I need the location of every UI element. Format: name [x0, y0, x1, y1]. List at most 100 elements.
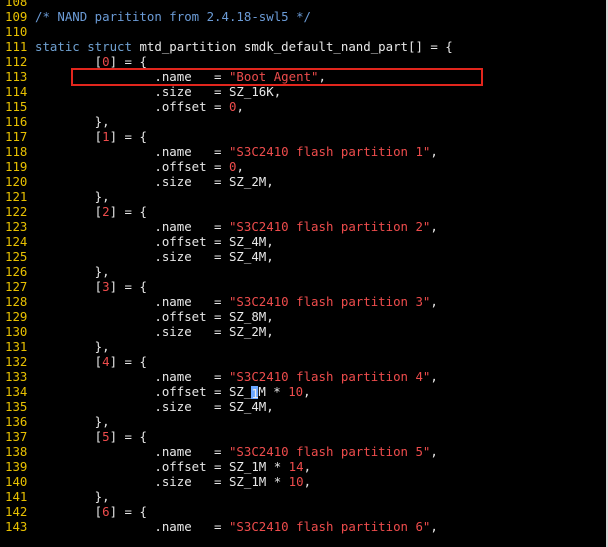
code-text: [2] = {: [35, 204, 147, 219]
line-number: 139: [5, 459, 28, 474]
code-line[interactable]: 137 [5] = {: [0, 429, 606, 444]
number-token: 10: [288, 474, 304, 489]
code-text: [1] = {: [35, 129, 147, 144]
code-line[interactable]: 139 .offset = SZ_1M * 14,: [0, 459, 606, 474]
code-text: .size = SZ_2M,: [35, 174, 273, 189]
code-token: },: [35, 339, 110, 354]
code-text: },: [35, 264, 110, 279]
code-token: ] = {: [109, 204, 147, 219]
line-number: 114: [5, 84, 28, 99]
code-token: .offset = SZ_: [35, 384, 252, 399]
code-line[interactable]: 128 .name = "S3C2410 flash partition 3",: [0, 294, 606, 309]
code-text: },: [35, 414, 110, 429]
code-text: .size = SZ_4M,: [35, 249, 273, 264]
line-number: 111: [5, 39, 28, 54]
code-line[interactable]: 124 .offset = SZ_4M,: [0, 234, 606, 249]
line-number: 116: [5, 114, 28, 129]
line-number: 118: [5, 144, 28, 159]
code-line[interactable]: 131 },: [0, 339, 606, 354]
code-token: .size = SZ_2M,: [35, 324, 274, 339]
code-line[interactable]: 114 .size = SZ_16K,: [0, 84, 606, 99]
code-line[interactable]: 140 .size = SZ_1M * 10,: [0, 474, 606, 489]
code-line[interactable]: 134 .offset = SZ_1M * 10,: [0, 384, 606, 401]
code-text: .size = SZ_4M,: [35, 399, 274, 414]
code-line[interactable]: 123 .name = "S3C2410 flash partition 2",: [0, 219, 606, 234]
code-line[interactable]: 112 [0] = {: [0, 54, 606, 69]
code-line[interactable]: 120 .size = SZ_2M,: [0, 174, 606, 189]
code-line[interactable]: 111 static struct mtd_partition smdk_defa…: [0, 39, 606, 54]
code-text: .offset = SZ_1M * 10,: [35, 384, 310, 401]
code-line[interactable]: 141 },: [0, 489, 606, 504]
code-token: ] = {: [109, 54, 147, 69]
line-number: 112: [5, 54, 28, 69]
code-line[interactable]: 136 },: [0, 414, 606, 429]
code-line[interactable]: 142 [6] = {: [0, 504, 606, 519]
code-token: .name =: [35, 294, 229, 309]
number-token: 3: [102, 279, 110, 294]
code-token: ] = {: [109, 354, 147, 369]
code-token: M *: [258, 384, 289, 399]
code-line[interactable]: 127 [3] = {: [0, 279, 606, 294]
code-line[interactable]: 116 },: [0, 114, 606, 129]
code-token: },: [35, 414, 110, 429]
code-line[interactable]: 138 .name = "S3C2410 flash partition 5",: [0, 444, 606, 459]
number-token: 10: [288, 384, 304, 399]
code-line[interactable]: 130 .size = SZ_2M,: [0, 324, 606, 339]
code-text: .size = SZ_16K,: [35, 84, 281, 99]
string-token: "S3C2410 flash partition 5": [228, 444, 431, 459]
code-line[interactable]: 126 },: [0, 264, 606, 279]
code-text: },: [35, 489, 110, 504]
code-token: .size = SZ_16K,: [35, 84, 282, 99]
line-number: 140: [5, 474, 28, 489]
code-line[interactable]: 109 /* NAND parititon from 2.4.18-swl5 */: [0, 9, 606, 24]
code-line[interactable]: 122 [2] = {: [0, 204, 606, 219]
code-token: ,: [303, 459, 312, 474]
code-token: .size = SZ_4M,: [35, 399, 274, 414]
line-number: 143: [5, 519, 28, 534]
line-number: 138: [5, 444, 28, 459]
code-line[interactable]: 119 .offset = 0,: [0, 159, 606, 174]
code-line[interactable]: 135 .size = SZ_4M,: [0, 399, 606, 414]
code-line[interactable]: 133 .name = "S3C2410 flash partition 4",: [0, 369, 606, 384]
code-line[interactable]: 121 },: [0, 189, 606, 204]
code-text: [6] = {: [35, 504, 147, 519]
code-line[interactable]: 110: [0, 24, 606, 39]
comment-token: /* NAND parititon from 2.4.18-swl5 */: [35, 9, 312, 24]
code-line[interactable]: 118 .name = "S3C2410 flash partition 1",: [0, 144, 606, 159]
code-line[interactable]: 125 .size = SZ_4M,: [0, 249, 606, 264]
code-token: },: [35, 189, 110, 204]
line-number: 122: [5, 204, 28, 219]
line-number: 142: [5, 504, 28, 519]
code-text: /* NAND parititon from 2.4.18-swl5 */: [35, 9, 311, 24]
code-token: ,: [303, 474, 312, 489]
line-number: 120: [5, 174, 28, 189]
string-token: "S3C2410 flash partition 2": [228, 219, 431, 234]
code-token: [: [35, 504, 103, 519]
annotation-highlight-box: [71, 68, 483, 86]
code-line[interactable]: 108: [0, 0, 606, 9]
code-token: .name =: [35, 444, 229, 459]
code-line[interactable]: 117 [1] = {: [0, 129, 606, 144]
line-number: 131: [5, 339, 28, 354]
code-token: ,: [430, 369, 438, 384]
line-number: 113: [5, 69, 28, 84]
line-number: 123: [5, 219, 28, 234]
code-text: .size = SZ_1M * 10,: [35, 474, 311, 489]
line-number: 141: [5, 489, 28, 504]
code-token: ,: [430, 294, 438, 309]
code-token: .offset = SZ_8M,: [35, 309, 274, 324]
code-line[interactable]: 132 [4] = {: [0, 354, 606, 369]
code-token: .offset = SZ_1M *: [35, 459, 289, 474]
line-number: 132: [5, 354, 28, 369]
code-token: [: [35, 354, 103, 369]
line-number: 115: [5, 99, 28, 114]
code-line[interactable]: 143 .name = "S3C2410 flash partition 6",: [0, 519, 606, 534]
code-line[interactable]: 129 .offset = SZ_8M,: [0, 309, 606, 324]
number-token: 2: [102, 204, 110, 219]
line-number: 136: [5, 414, 28, 429]
code-text: .offset = SZ_1M * 14,: [35, 459, 311, 474]
code-text: [0] = {: [35, 54, 147, 69]
code-line[interactable]: 115 .offset = 0,: [0, 99, 606, 114]
code-text: .offset = SZ_4M,: [35, 234, 273, 249]
code-text: .size = SZ_2M,: [35, 324, 274, 339]
